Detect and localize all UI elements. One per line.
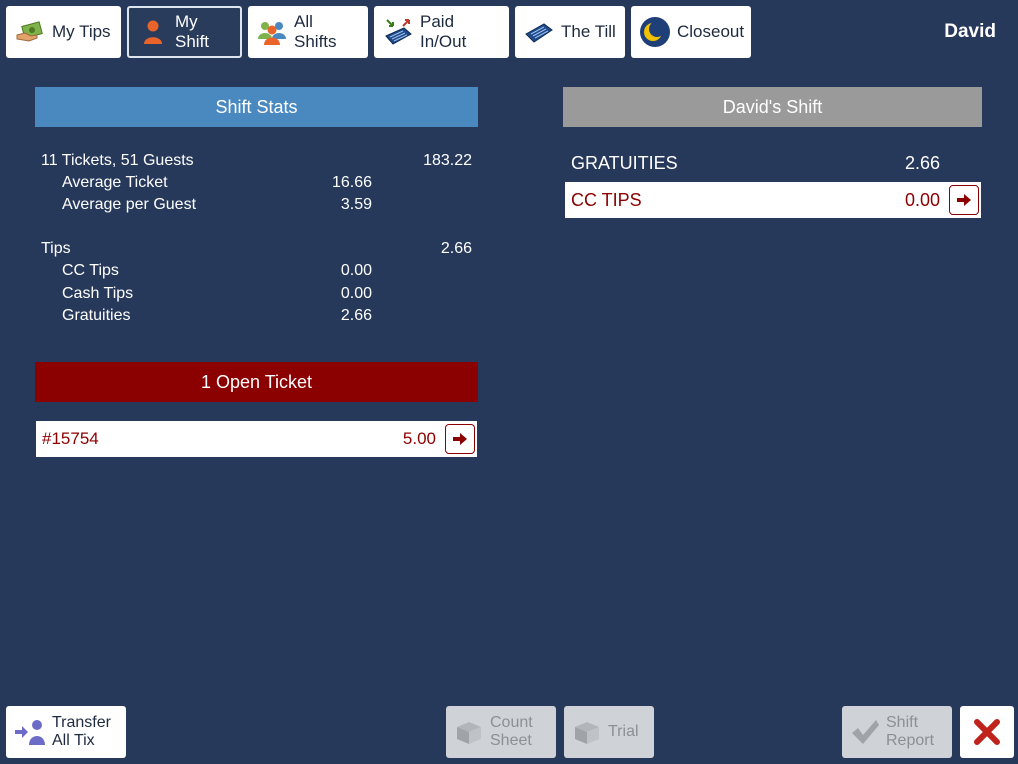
shift-stats-header: Shift Stats <box>35 87 478 127</box>
open-ticket-arrow-button[interactable] <box>445 424 475 454</box>
tab-label: All Shifts <box>294 12 337 51</box>
average-guest-label: Average per Guest <box>62 196 197 213</box>
open-tickets-header: 1 Open Ticket <box>35 362 478 402</box>
cc-tips-value: 0.00 <box>340 262 372 279</box>
cash-register-arrows-icon <box>382 16 414 48</box>
count-sheet-button[interactable]: Count Sheet <box>446 706 556 758</box>
report-label-line2: Report <box>886 732 935 749</box>
tips-label: Tips <box>41 240 71 257</box>
shift-gratuities-label: GRATUITIES <box>571 153 678 173</box>
arrow-right-icon <box>957 194 971 206</box>
cc-tips-label: CC Tips <box>62 262 119 279</box>
arrow-right-icon <box>453 433 467 445</box>
group-icon <box>256 16 288 48</box>
ticket-amount: 5.00 <box>402 429 436 448</box>
count-label-line2: Sheet <box>490 732 532 749</box>
gratuities-label: Gratuities <box>62 307 131 324</box>
tab-label: Paid In/Out <box>420 12 467 51</box>
box-icon <box>572 718 602 746</box>
transfer-label-line2: All Tix <box>52 732 95 749</box>
trial-label: Trial <box>608 723 639 740</box>
tab-my-shift[interactable]: My Shift <box>127 6 242 58</box>
user-shift-header: David's Shift <box>563 87 982 127</box>
cash-tips-value: 0.00 <box>340 285 372 302</box>
tickets-guests-label: 11 Tickets, 51 Guests <box>41 152 194 169</box>
cc-tips-row[interactable]: CC TIPS 0.00 <box>565 182 981 218</box>
transfer-label-line1: Transfer <box>52 714 111 731</box>
box-icon <box>454 718 484 746</box>
person-icon <box>137 16 169 48</box>
top-navigation-bar: My Tips My Shift All Shifts Paid In/Out … <box>0 0 1018 64</box>
tab-label: My Shift <box>175 12 210 51</box>
moon-icon <box>639 16 671 48</box>
tab-label: The Till <box>561 22 616 41</box>
tab-closeout[interactable]: Closeout <box>631 6 751 58</box>
average-guest-value: 3.59 <box>340 196 372 213</box>
average-ticket-label: Average Ticket <box>62 174 168 191</box>
tab-all-shifts[interactable]: All Shifts <box>248 6 368 58</box>
cash-tips-label: Cash Tips <box>62 285 134 302</box>
current-user-name: David <box>944 21 996 42</box>
close-icon <box>974 719 1000 745</box>
tab-label: My Tips <box>52 22 111 41</box>
cc-tips-row-label: CC TIPS <box>571 190 642 210</box>
count-label-line1: Count <box>490 714 533 731</box>
till-icon <box>523 16 555 48</box>
tickets-total-value: 183.22 <box>423 152 472 169</box>
tab-my-tips[interactable]: My Tips <box>6 6 121 58</box>
close-button[interactable] <box>960 706 1014 758</box>
checkmark-icon <box>850 718 880 746</box>
transfer-all-tix-button[interactable]: Transfer All Tix <box>6 706 126 758</box>
trial-button[interactable]: Trial <box>564 706 654 758</box>
shift-report-button[interactable]: Shift Report <box>842 706 952 758</box>
report-label-line1: Shift <box>886 714 919 731</box>
cc-tips-arrow-button[interactable] <box>949 185 979 215</box>
tips-total-value: 2.66 <box>440 240 472 257</box>
open-ticket-row[interactable]: #15754 5.00 <box>36 421 477 457</box>
money-hand-icon <box>14 16 46 48</box>
cc-tips-row-value: 0.00 <box>904 190 940 210</box>
tab-paid-in-out[interactable]: Paid In/Out <box>374 6 509 58</box>
average-ticket-value: 16.66 <box>331 174 372 191</box>
transfer-person-icon <box>14 718 46 746</box>
ticket-number: #15754 <box>42 429 99 448</box>
shift-gratuities-value: 2.66 <box>904 153 940 173</box>
tab-label: Closeout <box>677 22 745 41</box>
tab-the-till[interactable]: The Till <box>515 6 625 58</box>
gratuities-value: 2.66 <box>340 307 372 324</box>
